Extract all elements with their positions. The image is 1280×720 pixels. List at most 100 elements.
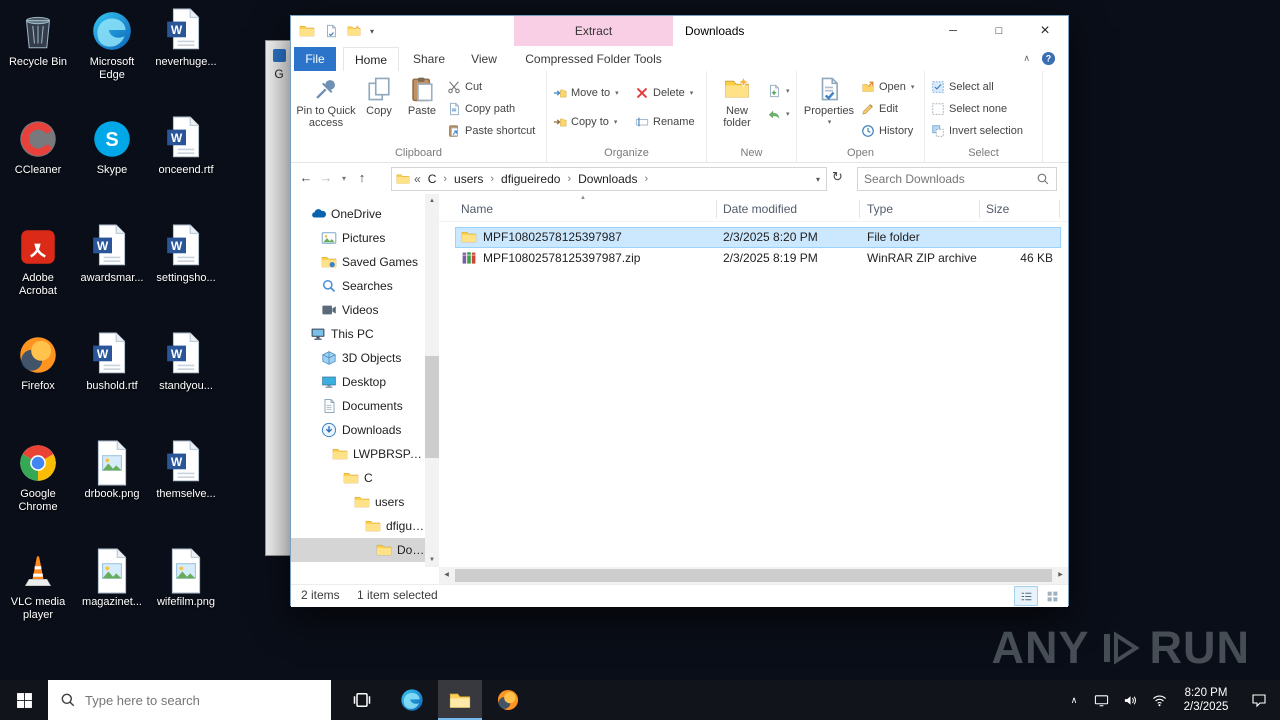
tab-file[interactable]: File	[294, 47, 336, 71]
forward-button[interactable]: →	[317, 169, 335, 187]
column-header-name[interactable]: Name	[461, 196, 493, 222]
scroll-down-icon[interactable]: ▼	[425, 553, 439, 567]
taskbar-explorer-button[interactable]	[438, 680, 482, 720]
nav-item-onedrive[interactable]: OneDrive	[291, 202, 425, 226]
nav-scrollbar[interactable]: ▲ ▼	[425, 194, 439, 567]
move-to-button[interactable]: Move to ▾	[553, 83, 619, 103]
nav-item-downloads[interactable]: Downloads	[291, 418, 425, 442]
refresh-button[interactable]: ↻	[832, 169, 843, 185]
taskbar-firefox-button[interactable]	[486, 680, 530, 720]
pin-to-quick-access-button[interactable]: Pin to Quick access	[295, 76, 357, 129]
desktop-icon-microsoft-edge[interactable]: Microsoft Edge	[76, 8, 148, 82]
nav-item-c[interactable]: C	[291, 466, 425, 490]
easy-access-button[interactable]: ▾	[767, 104, 790, 124]
search-input[interactable]	[864, 172, 1032, 186]
qat-new-folder-icon[interactable]	[347, 24, 361, 38]
select-none-button[interactable]: Select none	[931, 99, 1007, 119]
help-icon[interactable]: ?	[1041, 51, 1056, 66]
copy-path-button[interactable]: Copy path	[447, 99, 515, 119]
breadcrumb-segment[interactable]: C	[428, 172, 437, 186]
column-separator[interactable]	[1059, 200, 1060, 218]
desktop-icon-drbook-png[interactable]: drbook.png	[76, 440, 148, 501]
nav-item-users[interactable]: users	[291, 490, 425, 514]
desktop-icon-google-chrome[interactable]: Google Chrome	[2, 440, 74, 514]
scroll-right-icon[interactable]: ▶	[1053, 567, 1068, 584]
column-header-type[interactable]: Type	[867, 196, 893, 222]
desktop-icon-onceend-rtf[interactable]: Wonceend.rtf	[150, 116, 222, 177]
nav-item-videos[interactable]: Videos	[291, 298, 425, 322]
tray-expand-icon[interactable]: ∧	[1061, 695, 1087, 706]
action-center-button[interactable]	[1238, 680, 1280, 720]
taskbar-edge-button[interactable]	[390, 680, 434, 720]
cut-button[interactable]: Cut	[447, 77, 482, 97]
history-button[interactable]: History	[861, 121, 913, 141]
nav-item-3d-objects[interactable]: 3D Objects	[291, 346, 425, 370]
desktop-icon-bushold-rtf[interactable]: Wbushold.rtf	[76, 332, 148, 393]
back-button[interactable]: ←	[297, 169, 315, 187]
task-view-button[interactable]	[340, 680, 384, 720]
contextual-tab-band[interactable]: Extract	[514, 16, 673, 46]
column-header-size[interactable]: Size	[986, 196, 1009, 222]
close-button[interactable]: ×	[1022, 16, 1068, 46]
network-tray-icon[interactable]	[1145, 680, 1174, 720]
column-separator[interactable]	[859, 200, 860, 218]
copy-button[interactable]: Copy	[359, 76, 399, 117]
new-item-button[interactable]: ▾	[767, 81, 790, 101]
column-header-date-modified[interactable]: Date modified	[723, 196, 797, 222]
display-tray-icon[interactable]	[1087, 680, 1116, 720]
scroll-left-icon[interactable]: ◀	[439, 567, 454, 584]
qat-customize-arrow-icon[interactable]: ▾	[370, 27, 374, 36]
desktop-icon-firefox[interactable]: Firefox	[2, 332, 74, 393]
desktop-icon-recycle-bin[interactable]: Recycle Bin	[2, 8, 74, 69]
desktop-icon-neverhuge[interactable]: Wneverhuge...	[150, 8, 222, 69]
nav-item-desktop[interactable]: Desktop	[291, 370, 425, 394]
maximize-button[interactable]: □	[976, 16, 1022, 46]
rename-button[interactable]: Rename	[635, 112, 695, 132]
scrollbar-thumb[interactable]	[425, 356, 439, 458]
qat-properties-icon[interactable]	[324, 24, 338, 38]
nav-item-downloads[interactable]: Downloads	[291, 538, 425, 562]
breadcrumb-segment[interactable]: dfigueiredo	[501, 172, 560, 186]
tab-view[interactable]: View	[459, 47, 509, 71]
nav-item-lwpbrspa24[interactable]: LWPBRSPA24	[291, 562, 425, 567]
delete-button[interactable]: Delete ▾	[635, 83, 693, 103]
column-separator[interactable]	[979, 200, 980, 218]
column-separator[interactable]	[716, 200, 717, 218]
nav-item-saved-games[interactable]: Saved Games	[291, 250, 425, 274]
desktop-icon-themselve[interactable]: Wthemselve...	[150, 440, 222, 501]
copy-to-button[interactable]: Copy to ▾	[553, 112, 617, 132]
background-window[interactable]: G	[265, 40, 292, 556]
thumbnails-view-button[interactable]	[1040, 586, 1064, 606]
tab-compressed-folder-tools[interactable]: Compressed Folder Tools	[514, 47, 673, 71]
volume-tray-icon[interactable]	[1116, 680, 1145, 720]
recent-locations-arrow-icon[interactable]: ▾	[338, 170, 350, 188]
desktop-icon-skype[interactable]: S Skype	[76, 116, 148, 177]
desktop-icon-wifefilm-png[interactable]: wifefilm.png	[150, 548, 222, 609]
scrollbar-thumb[interactable]	[455, 569, 1052, 582]
nav-item-searches[interactable]: Searches	[291, 274, 425, 298]
paste-shortcut-button[interactable]: Paste shortcut	[447, 121, 535, 141]
properties-button[interactable]: Properties ▾	[801, 76, 857, 129]
edit-button[interactable]: Edit	[861, 99, 898, 119]
scroll-up-icon[interactable]: ▲	[425, 194, 439, 208]
desktop-icon-adobe-acrobat[interactable]: Adobe Acrobat	[2, 224, 74, 298]
breadcrumb-segment[interactable]: Downloads	[578, 172, 637, 186]
nav-item-documents[interactable]: Documents	[291, 394, 425, 418]
address-bar[interactable]: « C › users › dfigueiredo › Downloads › ▾	[391, 167, 827, 191]
desktop-icon-standyou[interactable]: Wstandyou...	[150, 332, 222, 393]
collapse-ribbon-icon[interactable]: ∧	[1023, 53, 1030, 64]
tab-share[interactable]: Share	[403, 47, 455, 71]
taskbar-clock[interactable]: 8:20 PM 2/3/2025	[1174, 686, 1238, 714]
minimize-button[interactable]: ─	[930, 16, 976, 46]
desktop-icon-settingsho[interactable]: Wsettingsho...	[150, 224, 222, 285]
nav-item-lwpbrspa24[interactable]: LWPBRSPA24	[291, 442, 425, 466]
select-all-button[interactable]: Select all	[931, 77, 994, 97]
file-row-mpf10802578125397987[interactable]: MPF10802578125397987 2/3/2025 8:20 PM File…	[455, 227, 1061, 248]
paste-button[interactable]: Paste	[401, 76, 443, 117]
desktop-icon-awardsmar[interactable]: Wawardsmar...	[76, 224, 148, 285]
up-button[interactable]: ↑	[353, 169, 371, 187]
horizontal-scrollbar[interactable]: ◀ ▶	[439, 567, 1068, 584]
details-view-button[interactable]	[1014, 586, 1038, 606]
desktop-icon-vlc-media-player[interactable]: VLC media player	[2, 548, 74, 622]
start-button[interactable]	[0, 680, 48, 720]
